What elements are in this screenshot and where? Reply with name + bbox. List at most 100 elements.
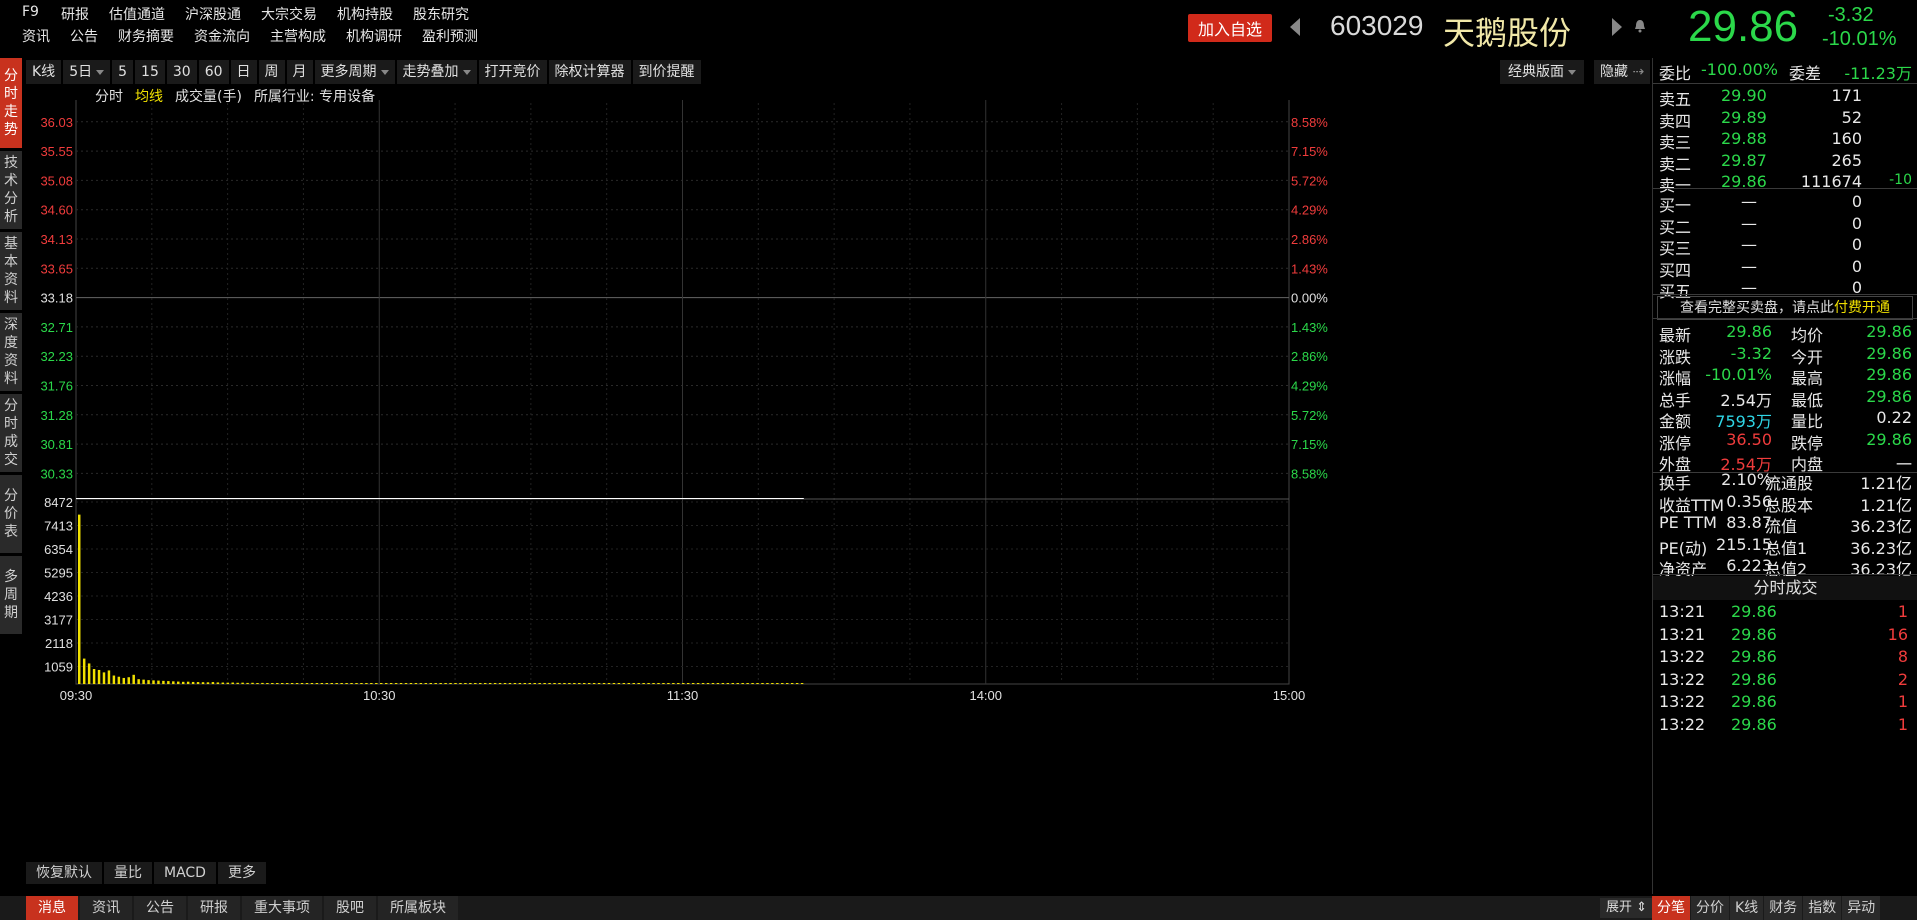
menu-item[interactable]: 机构调研 [346,26,402,46]
volume-bar [518,683,522,684]
indicator-tab[interactable]: MACD [154,862,216,884]
toolbar-item[interactable]: 5日 [63,60,111,84]
volume-bar [553,683,556,684]
toolbar-item[interactable]: 除权计算器 [548,60,631,84]
toolbar-item[interactable]: 15 [135,60,165,84]
menu-item[interactable]: F9 [22,4,39,24]
info-marker-icon[interactable]: ✱ [95,100,105,101]
indicator-tab[interactable]: 更多 [217,862,266,884]
toolbar-item[interactable]: K线 [26,60,62,84]
bottom-tab[interactable]: 消息 [26,896,78,920]
price-tick: 36.50 [40,100,73,101]
pay-upgrade-bar[interactable]: 查看完整买卖盘，请点此付费开通 [1657,296,1913,320]
menu-item[interactable]: 估值通道 [109,4,165,24]
volume-bar [587,683,591,684]
volume-bar [142,679,145,684]
info-marker-icon[interactable]: ✱ [115,100,125,101]
right-tab[interactable]: 分价 [1691,896,1729,920]
trade-price: 29.86 [1731,624,1777,644]
layout-select[interactable]: 经典版面 [1500,60,1585,84]
info-marker-icon[interactable]: ✱ [85,100,95,101]
toolbar-item[interactable]: 到价提醒 [632,60,701,84]
expand-button[interactable]: 展开 ⇕ [1600,898,1654,918]
volume-bar [459,683,462,684]
menu-item[interactable]: 大宗交易 [261,4,317,24]
pct-tick: 2.86% [1291,232,1328,247]
right-tab[interactable]: 指数 [1803,896,1842,920]
trade-price: 29.86 [1731,669,1777,689]
volume-bar [127,677,130,684]
toolbar-item[interactable]: 更多周期 [314,60,395,84]
volume-bar [632,683,635,684]
pay-link[interactable]: 付费开通 [1834,300,1890,316]
volume-bar [97,669,101,684]
toolbar-item[interactable]: 日 [230,60,257,84]
menu-item[interactable]: 公告 [70,26,98,46]
toolbar-item[interactable]: 月 [286,60,313,84]
right-tab[interactable]: 分笔 [1652,896,1690,920]
toolbar-item[interactable]: 周 [258,60,285,84]
menu-item[interactable]: 资金流向 [194,26,250,46]
info-marker-icon[interactable]: ✱ [132,100,142,101]
bottom-tab[interactable]: 公告 [134,896,186,920]
volume-bar [181,681,185,684]
volume-bar [573,683,576,684]
volume-bar [503,683,507,684]
toolbar-item[interactable]: 走势叠加 [396,60,477,84]
volume-bar [474,683,477,684]
volume-bar [652,683,655,684]
info-marker-icon[interactable]: ✱ [384,100,394,101]
bottom-tab[interactable]: 重大事项 [242,896,322,920]
trade-volume: 1 [1897,714,1908,734]
volume-bar [360,683,363,684]
menu-item[interactable]: 研报 [61,4,89,24]
menu-item[interactable]: 沪深股通 [185,4,241,24]
info-marker-icon[interactable]: ✱ [662,100,672,101]
bottom-tab[interactable]: 股吧 [324,896,376,920]
indicator-tab[interactable]: 量比 [104,862,152,884]
volume-tick: 3177 [44,613,73,628]
next-stock-icon[interactable] [1612,18,1622,36]
bottom-tab[interactable]: 资讯 [80,896,132,920]
volume-bar [87,663,91,684]
right-tab[interactable]: 异动 [1842,896,1881,920]
volume-bar [280,683,284,684]
volume-bar [305,683,309,684]
bell-icon[interactable] [1634,19,1646,33]
menu-item[interactable]: 盈利预测 [422,26,478,46]
indicator-tab[interactable]: 恢复默认 [26,862,102,884]
toolbar-item-label: 30 [172,64,191,80]
last-price: 29.86 [1688,2,1799,51]
toolbar-item[interactable]: 打开竞价 [478,60,547,84]
volume-bar [706,683,710,684]
right-tab[interactable]: 财务 [1764,896,1803,920]
add-watchlist-button[interactable]: 加入自选 [1188,14,1272,42]
toolbar-item[interactable]: 30 [166,60,197,84]
info-marker-icon[interactable]: ✱ [399,100,409,101]
volume-bar [711,683,715,684]
right-tab[interactable]: K线 [1730,896,1764,920]
menu-item[interactable]: 资讯 [22,26,50,46]
bottom-tab[interactable]: 研报 [188,896,240,920]
menu-item[interactable]: 机构持股 [337,4,393,24]
pct-tick: 1.43% [1291,261,1328,276]
menu-item[interactable]: 财务摘要 [118,26,174,46]
toolbar-item[interactable]: 5 [112,60,134,84]
info-marker-icon[interactable]: ✱ [637,100,647,101]
trade-time: 13:22 [1659,669,1706,689]
volume-bar [493,683,497,684]
bottom-tab[interactable]: 所属板块 [378,896,458,920]
info-marker-icon[interactable]: ✱ [71,100,81,101]
info-marker-icon[interactable]: ✱ [162,100,172,101]
toolbar-item[interactable]: 60 [198,60,229,84]
hide-button[interactable]: 隐藏 ⇢ [1594,60,1651,84]
prev-stock-icon[interactable] [1290,18,1300,36]
volume-bar [464,683,467,684]
info-marker-icon[interactable]: ✱ [233,100,243,101]
menu-item[interactable]: 股东研究 [413,4,469,24]
menu-item[interactable]: 主营构成 [270,26,326,46]
volume-bar [345,683,348,684]
intraday-chart[interactable]: 36.50 10.01% 36.03 8.58% 35.55 7.15% 35.08 5.72… [0,100,1610,860]
info-marker-icon[interactable]: ✱ [182,100,192,101]
info-marker-icon[interactable]: ✱ [435,100,445,101]
